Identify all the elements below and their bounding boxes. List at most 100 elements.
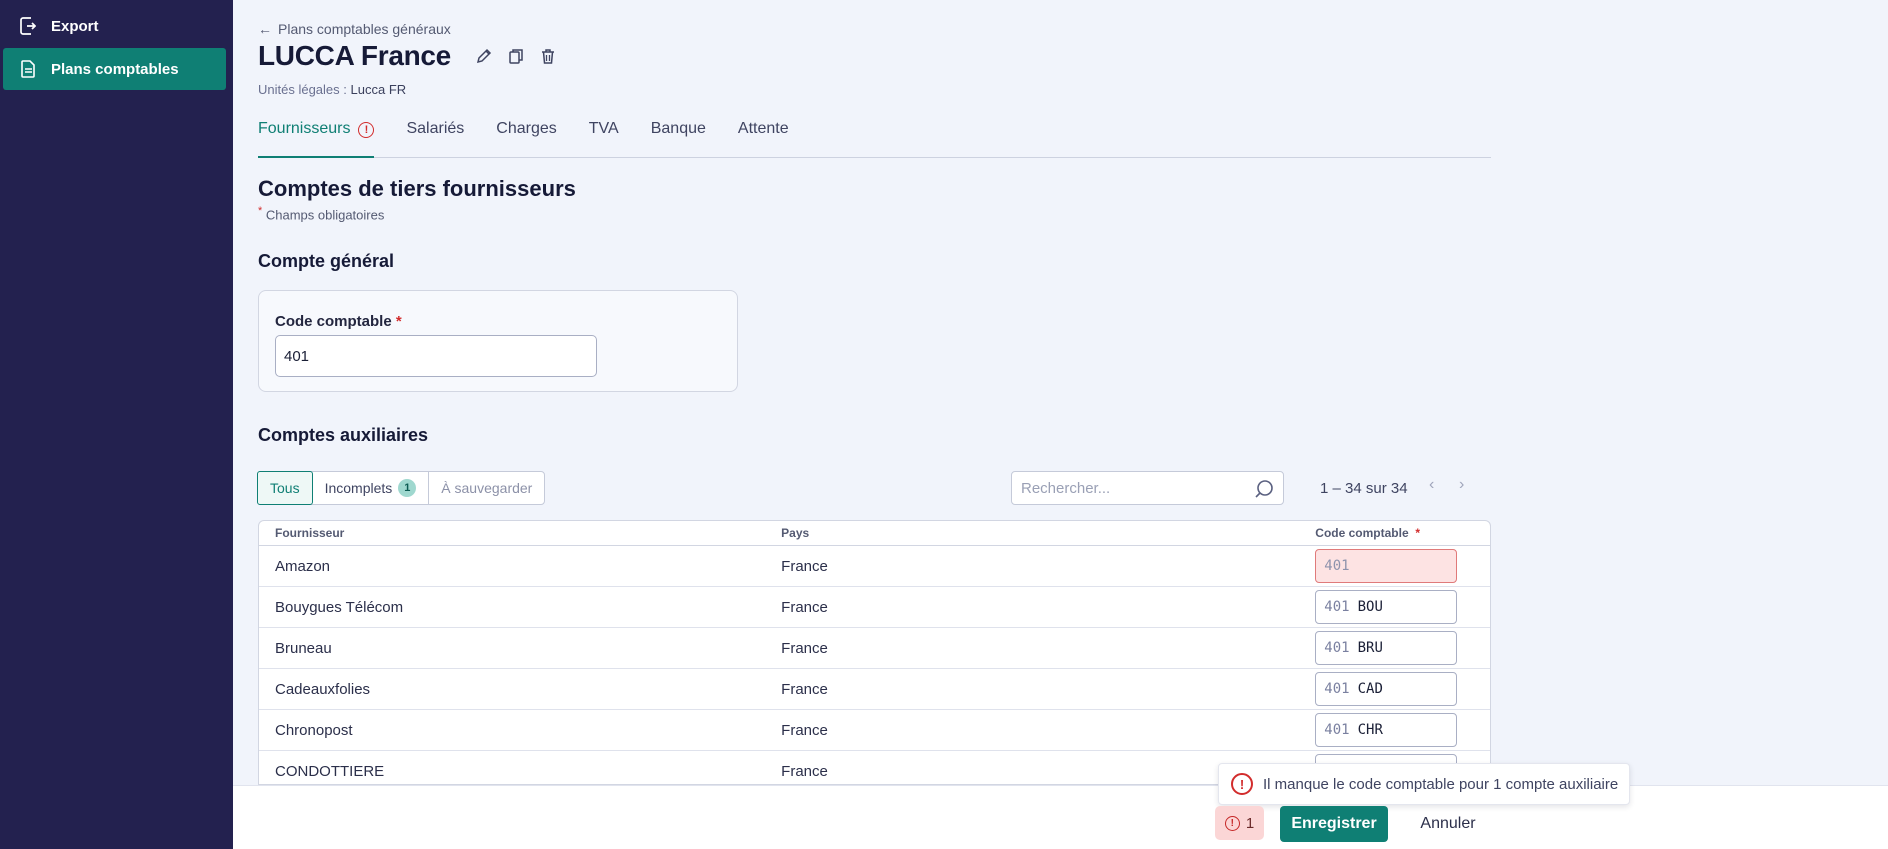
code-suffix: CHR (1357, 722, 1383, 738)
incomplete-count-badge: 1 (398, 479, 417, 497)
required-asterisk: * (395, 313, 402, 330)
col-country-header: Pays (781, 526, 810, 540)
tab-attente[interactable]: Attente (738, 120, 789, 158)
aux-accounts-table: Fournisseur Pays Code comptable * Amazon… (258, 520, 1491, 785)
pagination-text: 1 – 34 sur 34 (1320, 480, 1408, 497)
filter-all[interactable]: Tous (257, 471, 313, 505)
tab-label: Charges (496, 120, 557, 137)
general-account-card: Code comptable * 401 (258, 290, 738, 392)
legal-units: Unités légales : Lucca FR (258, 82, 406, 97)
filter-incomplete-label: Incomplets (324, 480, 393, 496)
country-cell: France (781, 639, 828, 657)
tab-tva[interactable]: TVA (589, 120, 619, 158)
supplier-cell: Bruneau (275, 639, 332, 657)
back-link[interactable]: ← Plans comptables généraux (258, 21, 451, 37)
table-header: Fournisseur Pays Code comptable * (259, 521, 1490, 546)
code-prefix: 401 (1324, 722, 1350, 738)
tab-bar: Fournisseurs ! Salariés Charges TVA Banq… (258, 120, 1491, 158)
page-title: LUCCA France (258, 40, 451, 71)
back-link-label: Plans comptables généraux (278, 21, 451, 37)
error-icon: ! (1224, 815, 1240, 831)
code-prefix: 401 (1324, 681, 1350, 697)
legal-units-value: Lucca FR (350, 82, 407, 97)
tab-fournisseurs[interactable]: Fournisseurs ! (258, 120, 375, 158)
filter-to-save[interactable]: À sauvegarder (429, 472, 544, 504)
required-note: * Champs obligatoires (258, 205, 384, 222)
code-input[interactable]: 401 CAD (1315, 672, 1458, 706)
code-input[interactable]: 401 CHR (1315, 713, 1458, 747)
tab-label: Fournisseurs (258, 120, 351, 137)
country-cell: France (781, 721, 828, 739)
code-label-text: Code comptable (275, 313, 392, 330)
trash-icon[interactable] (537, 45, 559, 67)
col-code-header: Code comptable * (1315, 526, 1490, 540)
chevron-right-icon[interactable]: › (1459, 476, 1464, 494)
warning-icon: ! (358, 122, 375, 138)
document-icon (19, 59, 37, 79)
sidebar-item-label: Export (51, 17, 99, 35)
code-prefix: 401 (1324, 640, 1350, 656)
country-cell: France (781, 557, 828, 575)
tab-label: TVA (588, 120, 619, 137)
export-icon (19, 16, 37, 36)
error-count: 1 (1245, 814, 1255, 832)
required-asterisk: * (258, 205, 263, 217)
save-button[interactable]: Enregistrer (1280, 806, 1388, 842)
arrow-left-icon: ← (258, 21, 272, 37)
toast-message: Il manque le code comptable pour 1 compt… (1263, 775, 1619, 793)
filter-segmented: Tous Incomplets 1 À sauvegarder (257, 471, 546, 505)
code-prefix: 401 (1324, 558, 1350, 574)
footer-bar (233, 785, 1888, 849)
code-input[interactable]: 401 BRU (1315, 631, 1458, 665)
duplicate-icon[interactable] (505, 45, 527, 67)
search-icon[interactable] (1253, 478, 1275, 505)
table-row: Bouygues Télécom France 401 BOU (259, 587, 1490, 628)
search-box (1011, 471, 1284, 505)
sidebar-item-export[interactable]: Export (3, 5, 226, 47)
sidebar: Export Plans comptables (0, 0, 233, 849)
supplier-cell: CONDOTTIERE (275, 762, 385, 780)
tab-label: Attente (737, 120, 789, 137)
country-cell: France (781, 598, 828, 616)
code-input[interactable]: 401 BOU (1315, 590, 1458, 624)
legal-units-label: Unités légales : (258, 82, 347, 97)
code-suffix: CAD (1357, 681, 1383, 697)
cancel-button[interactable]: Annuler (1404, 806, 1492, 842)
code-label: Code comptable * (275, 313, 402, 330)
sidebar-item-plans-comptables[interactable]: Plans comptables (3, 48, 226, 90)
title-row: LUCCA France (258, 40, 559, 72)
tab-charges[interactable]: Charges (496, 120, 556, 158)
tab-banque[interactable]: Banque (651, 120, 706, 158)
table-row: Bruneau France 401 BRU (259, 628, 1490, 669)
general-code-input[interactable]: 401 (275, 335, 597, 377)
error-icon: ! (1231, 773, 1253, 795)
error-count-button[interactable]: ! 1 (1215, 806, 1264, 840)
required-asterisk: * (1412, 526, 1421, 540)
code-suffix: BRU (1357, 640, 1383, 656)
supplier-cell: Bouygues Télécom (275, 598, 404, 616)
sidebar-item-label: Plans comptables (51, 60, 179, 78)
general-account-title: Compte général (258, 251, 395, 271)
country-cell: France (781, 680, 828, 698)
code-suffix: BOU (1357, 599, 1383, 615)
aux-accounts-title: Comptes auxiliaires (258, 425, 429, 445)
tab-salaries[interactable]: Salariés (406, 120, 464, 158)
tab-label: Salariés (406, 120, 465, 137)
section-title: Comptes de tiers fournisseurs (258, 176, 576, 201)
filter-incomplete[interactable]: Incomplets 1 (313, 472, 430, 504)
code-input[interactable]: 401 (1315, 549, 1458, 583)
supplier-cell: Amazon (275, 557, 331, 575)
search-input[interactable] (1021, 479, 1241, 497)
table-row: Amazon France 401 (259, 546, 1490, 587)
supplier-cell: Chronopost (275, 721, 353, 739)
required-note-text: Champs obligatoires (265, 207, 385, 223)
code-prefix: 401 (1324, 599, 1350, 615)
table-row: Chronopost France 401 CHR (259, 710, 1490, 751)
table-row: Cadeauxfolies France 401 CAD (259, 669, 1490, 710)
chevron-left-icon[interactable]: ‹ (1429, 476, 1434, 494)
tab-label: Banque (650, 120, 706, 137)
supplier-cell: Cadeauxfolies (275, 680, 371, 698)
edit-pencil-icon[interactable] (473, 45, 495, 67)
col-supplier-header: Fournisseur (275, 526, 345, 540)
error-toast: ! Il manque le code comptable pour 1 com… (1218, 763, 1630, 805)
